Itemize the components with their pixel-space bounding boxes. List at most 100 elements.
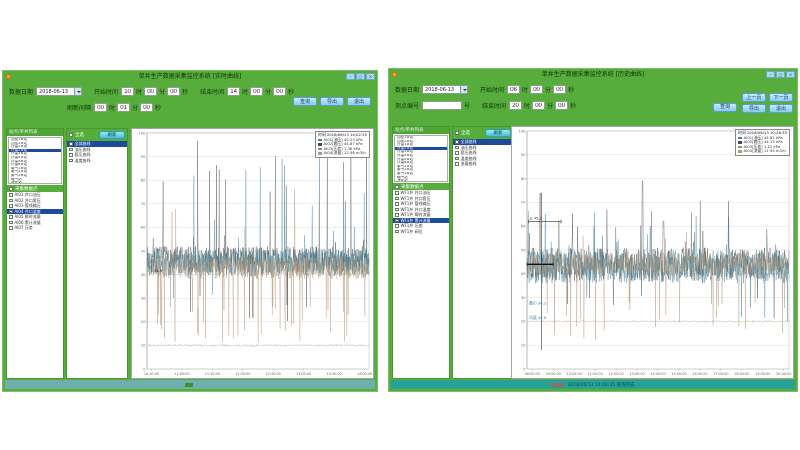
checkbox[interactable]	[395, 208, 399, 212]
checkbox[interactable]	[395, 191, 399, 195]
window-control-button[interactable]: –	[766, 71, 775, 78]
refresh-button[interactable]: 刷新	[485, 129, 511, 137]
station-list-item[interactable]: 净化站	[9, 181, 61, 184]
checkbox[interactable]	[69, 159, 73, 163]
end-second-input[interactable]	[273, 87, 286, 96]
checkbox[interactable]	[395, 230, 399, 234]
checkbox[interactable]	[9, 210, 13, 214]
window-control-button[interactable]: □	[356, 73, 365, 80]
window-control-button[interactable]: □	[776, 71, 785, 78]
legend-color-chip	[738, 150, 742, 153]
start-minute-input[interactable]	[530, 85, 543, 94]
window-control-button[interactable]: ×	[366, 73, 375, 80]
checkbox[interactable]	[9, 199, 13, 203]
chart-realtime: 时间 2018/06/13 14:02:35 AI01[油压] 45.23 kP…	[131, 128, 374, 379]
checkbox[interactable]	[9, 215, 13, 219]
action-button[interactable]: 查询	[293, 97, 317, 106]
checkbox[interactable]	[455, 157, 459, 161]
svg-text:20: 20	[141, 320, 146, 324]
select-all-label: 全选	[75, 132, 84, 138]
legend-entries: AI01[油压] 44.82 kPaAI02[套压] 44.15 kPaAI03…	[738, 136, 787, 154]
date-combo[interactable]: 2018-06-13	[36, 87, 82, 96]
window-realtime-curves: 单井生产数据采集监控系统 [实时曲线] –□× 数据日期 2018-06-13 …	[2, 70, 378, 392]
svg-text:80: 80	[141, 179, 146, 183]
paging-button[interactable]: 导出	[742, 104, 766, 113]
end-minute-input[interactable]	[250, 87, 263, 96]
start-second-input[interactable]	[167, 87, 180, 96]
end-hour-input[interactable]	[227, 87, 240, 96]
checkbox[interactable]	[395, 219, 399, 223]
curve-list-item[interactable]: 流量曲线	[453, 161, 513, 167]
station-list-item[interactable]: 净化站	[395, 179, 447, 182]
start-second-input[interactable]	[553, 85, 566, 94]
start-hour-input[interactable]	[507, 85, 520, 94]
tag-input[interactable]	[422, 101, 462, 110]
end-minute-input[interactable]	[532, 101, 545, 110]
svg-text:10:30:00: 10:30:00	[144, 372, 159, 376]
paging-button[interactable]: 上一页	[742, 93, 766, 102]
svg-text:0: 0	[143, 367, 146, 371]
interval-minute-input[interactable]	[117, 103, 130, 112]
paging-button[interactable]: 下一页	[769, 93, 793, 102]
points-section-label: 采集数据点	[401, 184, 424, 190]
checkbox[interactable]	[455, 162, 459, 166]
query-panel: 数据日期 2018-06-13 开始时间 时 分 秒 测点编号 号 结束时间 时…	[389, 80, 797, 126]
checkbox[interactable]	[395, 185, 399, 189]
action-button[interactable]: 退出	[347, 97, 371, 106]
select-all-checkbox[interactable]	[69, 133, 73, 137]
curve-list-item[interactable]: 温度曲线	[67, 158, 127, 164]
select-all-checkbox[interactable]	[455, 131, 459, 135]
checkbox[interactable]	[395, 224, 399, 228]
checkbox[interactable]	[9, 193, 13, 197]
refresh-button[interactable]: 刷新	[99, 131, 125, 139]
checkbox[interactable]	[395, 202, 399, 206]
start-minute-input[interactable]	[144, 87, 157, 96]
checkbox[interactable]	[395, 213, 399, 217]
unit-minute: 分	[545, 85, 551, 94]
window-control-button[interactable]: –	[346, 73, 355, 80]
end-second-input[interactable]	[555, 101, 568, 110]
checkbox[interactable]	[69, 142, 73, 146]
app-icon	[6, 74, 11, 79]
interval-hour-input[interactable]	[94, 103, 107, 112]
tag-label: 测点编号	[395, 101, 419, 110]
query-button[interactable]: 查询	[713, 103, 737, 112]
start-hour-input[interactable]	[121, 87, 134, 96]
unit-hour: 时	[136, 87, 142, 96]
station-panel: 站点/单井列表 加密1#站加密2#站计量1#站计量2#站计量3#站计量4#站计量…	[392, 126, 450, 379]
date-label: 数据日期	[395, 85, 419, 94]
status-text: 2018/06/13 14:02:35 查询完成	[567, 382, 634, 388]
svg-text:13:00:00: 13:00:00	[629, 372, 644, 376]
unit-hour: 时	[522, 85, 528, 94]
checkbox[interactable]	[9, 221, 13, 225]
checkbox[interactable]	[69, 148, 73, 152]
interval-second-input[interactable]	[140, 103, 153, 112]
checkbox[interactable]	[69, 153, 73, 157]
checkbox[interactable]	[9, 204, 13, 208]
checkbox[interactable]	[455, 151, 459, 155]
date-combo[interactable]: 2018-06-13	[422, 85, 468, 94]
checkbox[interactable]	[455, 140, 459, 144]
unit-second: 秒	[182, 87, 188, 96]
end-hour-input[interactable]	[509, 101, 522, 110]
action-button[interactable]: 导出	[320, 97, 344, 106]
query-panel: 数据日期 2018-06-13 开始时间 时 分 秒 结束时间 时 分 秒 刷新…	[3, 82, 377, 128]
paging-button[interactable]: 退出	[769, 104, 793, 113]
titlebar[interactable]: 单井生产数据采集监控系统 [历史曲线] –□×	[389, 69, 797, 80]
svg-text:44.9: 44.9	[154, 268, 163, 273]
checkbox[interactable]	[9, 187, 13, 191]
point-list-item[interactable]: AI07 压差	[7, 225, 63, 231]
svg-text:17:00:00: 17:00:00	[713, 372, 728, 376]
point-list-item[interactable]: WF1井 阀位	[393, 229, 449, 235]
legend-color-chip	[738, 137, 742, 140]
window-control-button[interactable]: ×	[786, 71, 795, 78]
point-list: WF1井 井口油压WF1井 井口套压WF1井 管线输压WF1井 井口温度WF1井…	[393, 190, 449, 234]
svg-text:08:00:00: 08:00:00	[525, 372, 540, 376]
chart-legend: 时间 2018/06/13 10:28:35 AI01[油压] 44.82 kP…	[735, 129, 790, 156]
checkbox[interactable]	[455, 146, 459, 150]
svg-text:15:00:00: 15:00:00	[671, 372, 686, 376]
checkbox[interactable]	[395, 197, 399, 201]
checkbox[interactable]	[9, 226, 13, 230]
titlebar[interactable]: 单井生产数据采集监控系统 [实时曲线] –□×	[3, 71, 377, 82]
point-list: AI01 井口油压AI02 井口套压AI03 管线输压AI04 井口温度AI05…	[7, 192, 63, 231]
